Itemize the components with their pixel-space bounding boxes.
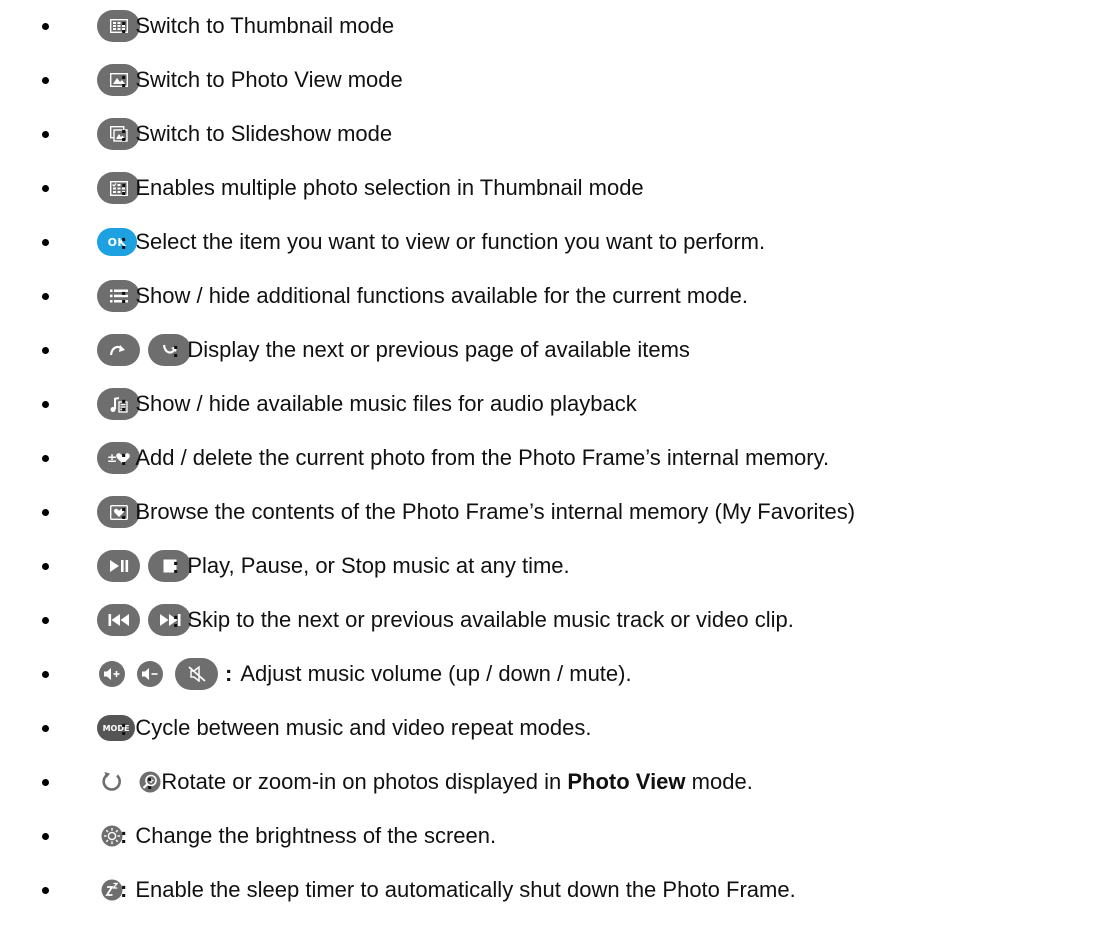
list-item: : Switch to Photo View mode — [0, 60, 1102, 100]
item-text: Switch to Photo View mode — [135, 67, 403, 92]
list-item: : Switch to Thumbnail mode — [0, 6, 1102, 46]
list-item: OK : Select the item you want to view or … — [0, 222, 1102, 262]
colon: : — [120, 715, 128, 740]
colon: : — [120, 823, 128, 848]
list-item: MODE : Cycle between music and video repe… — [0, 708, 1102, 748]
list-item: : Adjust music volume (up / down / mute). — [0, 654, 1102, 694]
bullet — [42, 509, 49, 516]
item-text: Skip to the next or previous available m… — [187, 607, 794, 632]
list-item: : Show / hide additional functions availa… — [0, 276, 1102, 316]
svg-text:±: ± — [107, 451, 117, 465]
list-item: : Browse the contents of the Photo Frame’… — [0, 492, 1102, 532]
bullet — [42, 293, 49, 300]
list-item: : Show / hide available music files for a… — [0, 384, 1102, 424]
bullet — [42, 185, 49, 192]
colon: : — [120, 499, 128, 524]
bullet — [42, 671, 49, 678]
page-up-icon — [97, 334, 140, 366]
colon: : — [120, 175, 128, 200]
previous-track-icon — [97, 604, 140, 636]
item-text: Browse the contents of the Photo Frame’s… — [135, 499, 856, 524]
colon: : — [120, 229, 128, 254]
colon: : — [172, 553, 180, 578]
mute-icon — [175, 658, 218, 690]
colon: : — [225, 661, 233, 686]
volume-up-icon — [99, 661, 125, 687]
item-text: Show / hide additional functions availab… — [135, 283, 749, 308]
item-text: Rotate or zoom-in on photos displayed in — [161, 769, 562, 794]
colon: : — [120, 877, 128, 902]
colon: : — [120, 391, 128, 416]
item-text: Switch to Slideshow mode — [135, 121, 393, 146]
item-text: Switch to Thumbnail mode — [135, 13, 395, 38]
rotate-icon — [99, 769, 125, 795]
item-text: Show / hide available music files for au… — [135, 391, 637, 416]
item-text: Cycle between music and video repeat mod… — [135, 715, 592, 740]
list-item: : Skip to the next or previous available … — [0, 600, 1102, 640]
volume-down-icon — [137, 661, 163, 687]
bullet — [42, 77, 49, 84]
list-item: : Display the next or previous page of av… — [0, 330, 1102, 370]
item-text: Enables multiple photo selection in Thum… — [135, 175, 644, 200]
bullet — [42, 779, 49, 786]
colon: : — [172, 337, 180, 362]
item-text: Select the item you want to view or func… — [135, 229, 766, 254]
item-text-bold: Photo View — [567, 769, 686, 794]
bullet — [42, 347, 49, 354]
bullet — [42, 617, 49, 624]
bullet — [42, 401, 49, 408]
list-item: : Change the brightness of the screen. — [0, 816, 1102, 856]
colon: : — [172, 607, 180, 632]
item-text: Play, Pause, or Stop music at any time. — [187, 553, 570, 578]
play-pause-icon — [97, 550, 140, 582]
bullet — [42, 455, 49, 462]
item-text: Display the next or previous page of ava… — [187, 337, 690, 362]
colon: : — [146, 769, 154, 794]
colon: : — [120, 445, 128, 470]
list-item: : Play, Pause, or Stop music at any time. — [0, 546, 1102, 586]
item-text: mode. — [691, 769, 753, 794]
bullet — [42, 131, 49, 138]
bullet — [42, 725, 49, 732]
item-text: Add / delete the current photo from the … — [135, 445, 830, 470]
list-item: : Enables multiple photo selection in Thu… — [0, 168, 1102, 208]
bullet — [42, 833, 49, 840]
bullet — [42, 239, 49, 246]
colon: : — [120, 121, 128, 146]
bullet — [42, 887, 49, 894]
bullet — [42, 23, 49, 30]
list-item: ± : Add / delete the current photo from t… — [0, 438, 1102, 478]
item-text: Enable the sleep timer to automatically … — [135, 877, 796, 902]
colon: : — [120, 283, 128, 308]
bullet — [42, 563, 49, 570]
colon: : — [120, 67, 128, 92]
list-item: : Rotate or zoom-in on photos displayed i… — [0, 762, 1102, 802]
item-text: Change the brightness of the screen. — [135, 823, 497, 848]
item-text: Adjust music volume (up / down / mute). — [240, 661, 632, 686]
colon: : — [120, 13, 128, 38]
list-item: : Enable the sleep timer to automatically… — [0, 870, 1102, 910]
list-item: : Switch to Slideshow mode — [0, 114, 1102, 154]
